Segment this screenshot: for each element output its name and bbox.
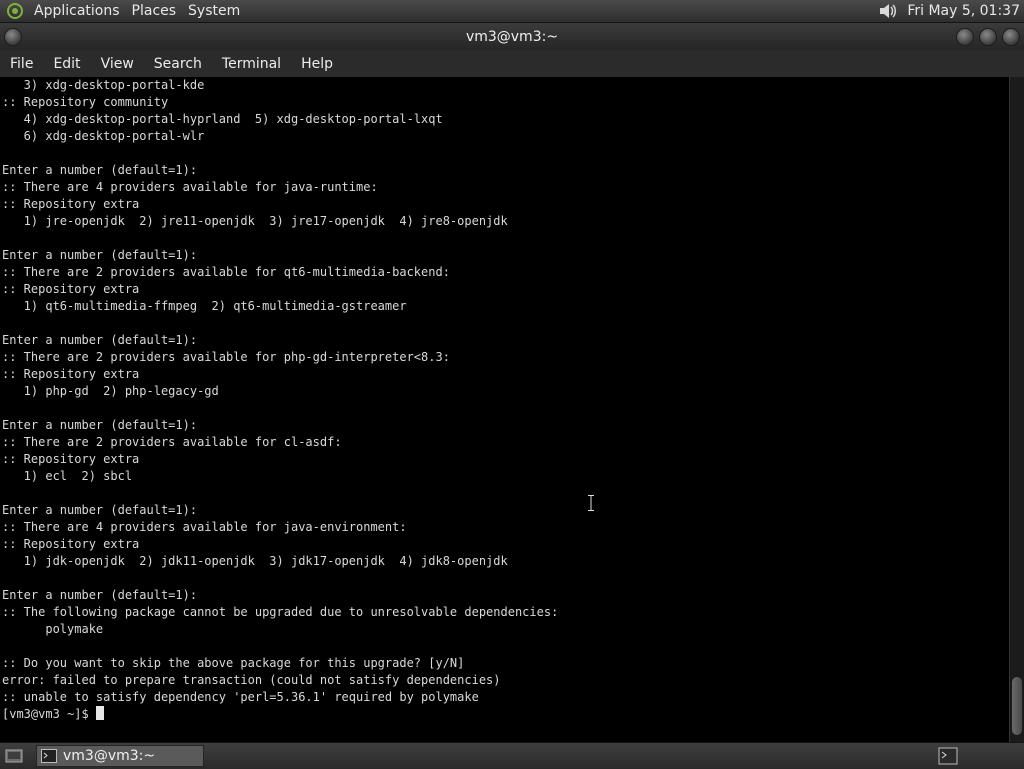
close-button[interactable] <box>1002 28 1020 46</box>
terminal-output[interactable]: 3) xdg-desktop-portal-kde :: Repository … <box>0 77 1009 742</box>
terminal-line: 1) ecl 2) sbcl <box>2 469 133 483</box>
terminal-text: 3) xdg-desktop-portal-kde :: Repository … <box>0 77 1009 706</box>
menu-file[interactable]: File <box>0 56 43 72</box>
terminal-line: 6) xdg-desktop-portal-wlr <box>2 129 205 143</box>
terminal-line: 1) jre-openjdk 2) jre11-openjdk 3) jre17… <box>2 214 508 228</box>
terminal-line: :: Repository extra <box>2 367 140 381</box>
terminal-line: polymake <box>2 622 104 636</box>
terminal-line: :: The following package cannot be upgra… <box>2 605 559 619</box>
terminal-icon <box>41 749 57 763</box>
show-desktop-icon[interactable] <box>4 747 24 765</box>
terminal-scrollbar[interactable] <box>1009 77 1024 742</box>
tray-terminal-icon[interactable] <box>938 747 958 765</box>
gnome-foot-icon[interactable] <box>6 2 24 20</box>
menu-terminal[interactable]: Terminal <box>212 56 291 72</box>
terminal-line: 4) xdg-desktop-portal-hyprland 5) xdg-de… <box>2 112 443 126</box>
terminal-line: :: Repository extra <box>2 197 140 211</box>
maximize-button[interactable] <box>979 28 997 46</box>
terminal-line: 1) jdk-openjdk 2) jdk11-openjdk 3) jdk17… <box>2 554 508 568</box>
taskbar-item-terminal[interactable]: vm3@vm3:~ <box>36 745 204 767</box>
menu-help[interactable]: Help <box>291 56 343 72</box>
terminal-line: 1) qt6-multimedia-ffmpeg 2) qt6-multimed… <box>2 299 407 313</box>
menu-edit[interactable]: Edit <box>43 56 90 72</box>
terminal-line: 1) php-gd 2) php-legacy-gd <box>2 384 219 398</box>
window-menu-button[interactable] <box>4 28 22 46</box>
menu-search[interactable]: Search <box>144 56 212 72</box>
terminal-line: Enter a number (default=1): <box>2 503 198 517</box>
text-cursor <box>95 706 104 720</box>
terminal-line: error: failed to prepare transaction (co… <box>2 673 501 687</box>
shell-prompt: [vm3@vm3 ~]$ <box>2 707 96 721</box>
terminal-line: :: There are 4 providers available for j… <box>2 520 407 534</box>
volume-icon[interactable] <box>877 1 899 21</box>
scrollbar-thumb[interactable] <box>1012 677 1022 735</box>
ibeam-cursor-icon <box>588 495 594 511</box>
terminal-line: :: Repository community <box>2 95 169 109</box>
system-menu[interactable]: System <box>184 3 248 19</box>
places-menu[interactable]: Places <box>128 3 185 19</box>
terminal-line: Enter a number (default=1): <box>2 248 198 262</box>
terminal-line: :: There are 2 providers available for q… <box>2 265 450 279</box>
clock[interactable]: Fri May 5, 01:37 <box>907 3 1020 19</box>
terminal-line: :: There are 2 providers available for c… <box>2 435 342 449</box>
minimize-button[interactable] <box>956 28 974 46</box>
terminal-line: Enter a number (default=1): <box>2 588 198 602</box>
terminal-line: 3) xdg-desktop-portal-kde <box>2 78 205 92</box>
window-title: vm3@vm3:~ <box>465 28 559 45</box>
window-titlebar[interactable]: vm3@vm3:~ <box>0 23 1024 50</box>
bottom-panel: vm3@vm3:~ <box>0 742 1024 769</box>
menu-view[interactable]: View <box>91 56 144 72</box>
task-label: vm3@vm3:~ <box>63 748 156 764</box>
terminal-line: :: There are 4 providers available for j… <box>2 180 378 194</box>
terminal-prompt-line[interactable]: [vm3@vm3 ~]$ <box>0 706 1009 723</box>
terminal-line: Enter a number (default=1): <box>2 333 198 347</box>
terminal-line: :: Repository extra <box>2 282 140 296</box>
terminal-line: :: Repository extra <box>2 452 140 466</box>
terminal-line: :: Repository extra <box>2 537 140 551</box>
top-panel: Applications Places System Fri May 5, 01… <box>0 0 1024 23</box>
terminal-line: Enter a number (default=1): <box>2 163 198 177</box>
applications-menu[interactable]: Applications <box>30 3 128 19</box>
terminal-line: :: unable to satisfy dependency 'perl=5.… <box>2 690 479 704</box>
terminal-line: Enter a number (default=1): <box>2 418 198 432</box>
terminal-line: :: There are 2 providers available for p… <box>2 350 450 364</box>
terminal-line: :: Do you want to skip the above package… <box>2 656 465 670</box>
menubar: File Edit View Search Terminal Help <box>0 50 1024 77</box>
